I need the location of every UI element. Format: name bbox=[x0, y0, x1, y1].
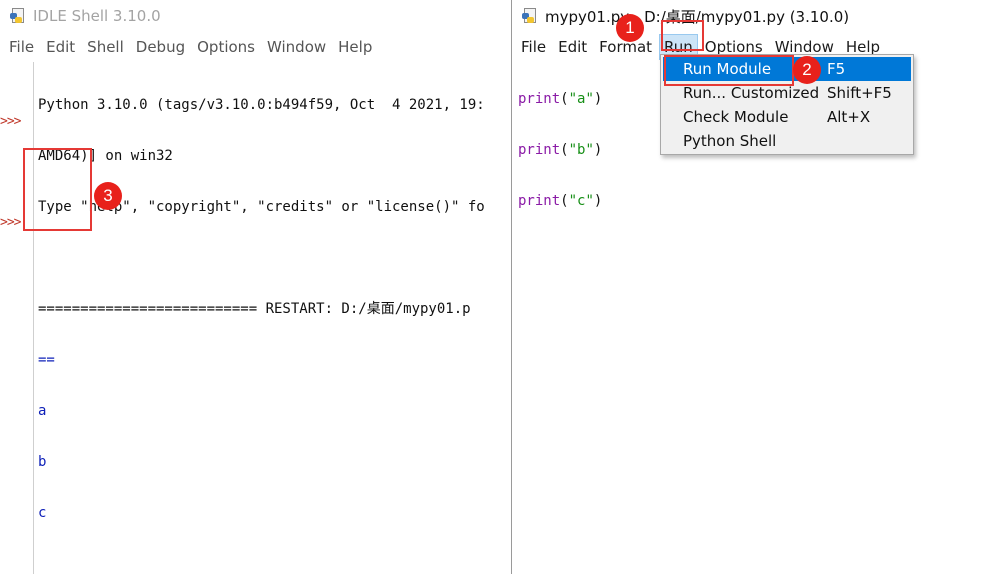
shell-output-line: b bbox=[38, 454, 47, 470]
shell-prompt: >>> bbox=[0, 114, 22, 129]
shell-title: IDLE Shell 3.10.0 bbox=[33, 7, 161, 25]
highlight-run-menu bbox=[661, 20, 704, 51]
python-idle-icon bbox=[10, 8, 26, 24]
shell-menu-options[interactable]: Options bbox=[192, 34, 260, 60]
code-line: print("c") bbox=[518, 193, 603, 209]
code-function: print bbox=[518, 193, 561, 209]
shell-output-area[interactable]: Python 3.10.0 (tags/v3.10.0:b494f59, Oct… bbox=[38, 63, 511, 556]
shell-menubar: File Edit Shell Debug Options Window Hel… bbox=[0, 32, 511, 62]
shell-line: AMD64)] on win32 bbox=[38, 148, 173, 164]
shell-menu-window[interactable]: Window bbox=[262, 34, 331, 60]
shell-prompt-gutter: >>> >>> bbox=[0, 62, 34, 574]
python-file-icon bbox=[522, 8, 538, 24]
code-line: print("b") bbox=[518, 142, 603, 158]
menu-item-python-shell[interactable]: Python Shell bbox=[661, 129, 913, 153]
menu-item-shortcut: Alt+X bbox=[827, 108, 871, 126]
menu-item-shortcut: Shift+F5 bbox=[827, 84, 892, 102]
step-badge-3: 3 bbox=[94, 182, 122, 210]
step-badge-1: 1 bbox=[616, 14, 644, 42]
code-function: print bbox=[518, 91, 561, 107]
menu-item-shortcut: F5 bbox=[827, 60, 846, 78]
shell-menu-shell[interactable]: Shell bbox=[82, 34, 129, 60]
shell-menu-help[interactable]: Help bbox=[333, 34, 377, 60]
shell-line: Python 3.10.0 (tags/v3.10.0:b494f59, Oct… bbox=[38, 97, 485, 113]
code-editor-area[interactable]: print("a") print("b") print("c") bbox=[518, 57, 602, 244]
shell-titlebar: IDLE Shell 3.10.0 bbox=[0, 0, 511, 32]
code-line: print("a") bbox=[518, 91, 603, 107]
menu-item-label: Run... Customized bbox=[683, 84, 820, 102]
code-string: "a" bbox=[568, 91, 594, 107]
shell-prompt: >>> bbox=[0, 215, 22, 230]
code-function: print bbox=[518, 142, 561, 158]
highlight-shell-output bbox=[23, 148, 92, 231]
shell-menu-debug[interactable]: Debug bbox=[131, 34, 190, 60]
shell-menu-edit[interactable]: Edit bbox=[41, 34, 80, 60]
shell-output-line: c bbox=[38, 505, 47, 521]
shell-output-line: a bbox=[38, 403, 47, 419]
highlight-run-module bbox=[664, 55, 794, 86]
menu-item-label: Python Shell bbox=[683, 132, 777, 150]
menu-item-label: Check Module bbox=[683, 108, 789, 126]
shell-menu-file[interactable]: File bbox=[4, 34, 39, 60]
code-string: "c" bbox=[568, 193, 594, 209]
editor-titlebar: mypy01.py - D:/桌面/mypy01.py (3.10.0) bbox=[512, 0, 1007, 32]
code-string: "b" bbox=[568, 142, 594, 158]
menu-item-check-module[interactable]: Check Module Alt+X bbox=[661, 105, 913, 129]
idle-shell-window: IDLE Shell 3.10.0 File Edit Shell Debug … bbox=[0, 0, 511, 574]
shell-output-line: == bbox=[38, 352, 55, 368]
shell-restart-line: ========================== RESTART: D:/桌… bbox=[38, 301, 471, 317]
step-badge-2: 2 bbox=[793, 56, 821, 84]
